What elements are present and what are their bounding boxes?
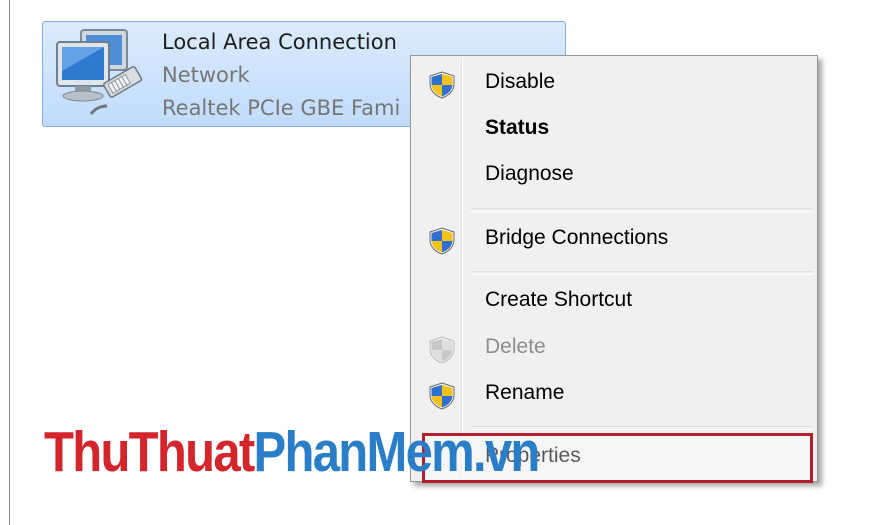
menu-item-label: Rename (485, 381, 565, 404)
watermark-logo: ThuThuatPhanMem.vn (44, 419, 540, 485)
menu-item-label: Status (485, 116, 550, 139)
connection-name: Local Area Connection (162, 30, 397, 54)
menu-item-label: Disable (485, 70, 556, 93)
watermark-part-red: ThuThuat (44, 420, 255, 484)
window-border (9, 0, 10, 525)
context-menu: Disable Status Diagnose Bridge Connectio… (410, 55, 818, 482)
menu-item-label: Delete (485, 335, 546, 358)
connection-network: Network (162, 63, 250, 87)
watermark-part-blue: PhanMem.vn (253, 420, 540, 484)
menu-item-delete: Delete (413, 327, 815, 371)
menu-item-status[interactable]: Status (413, 108, 815, 152)
menu-separator (471, 271, 813, 275)
menu-item-diagnose[interactable]: Diagnose (413, 154, 815, 198)
menu-item-bridge-connections[interactable]: Bridge Connections (413, 218, 815, 262)
uac-shield-icon (429, 336, 455, 364)
menu-item-create-shortcut[interactable]: Create Shortcut (413, 280, 815, 324)
uac-shield-icon (429, 227, 455, 255)
menu-item-label: Create Shortcut (485, 288, 633, 311)
network-connection-icon (56, 29, 143, 115)
menu-item-label: Diagnose (485, 162, 574, 185)
uac-shield-icon (429, 71, 455, 99)
uac-shield-icon (429, 382, 455, 410)
menu-item-disable[interactable]: Disable (413, 62, 815, 106)
menu-separator (471, 208, 813, 212)
menu-item-label: Bridge Connections (485, 226, 669, 249)
connection-adapter: Realtek PCIe GBE Fami (162, 96, 401, 120)
menu-item-rename[interactable]: Rename (413, 373, 815, 417)
